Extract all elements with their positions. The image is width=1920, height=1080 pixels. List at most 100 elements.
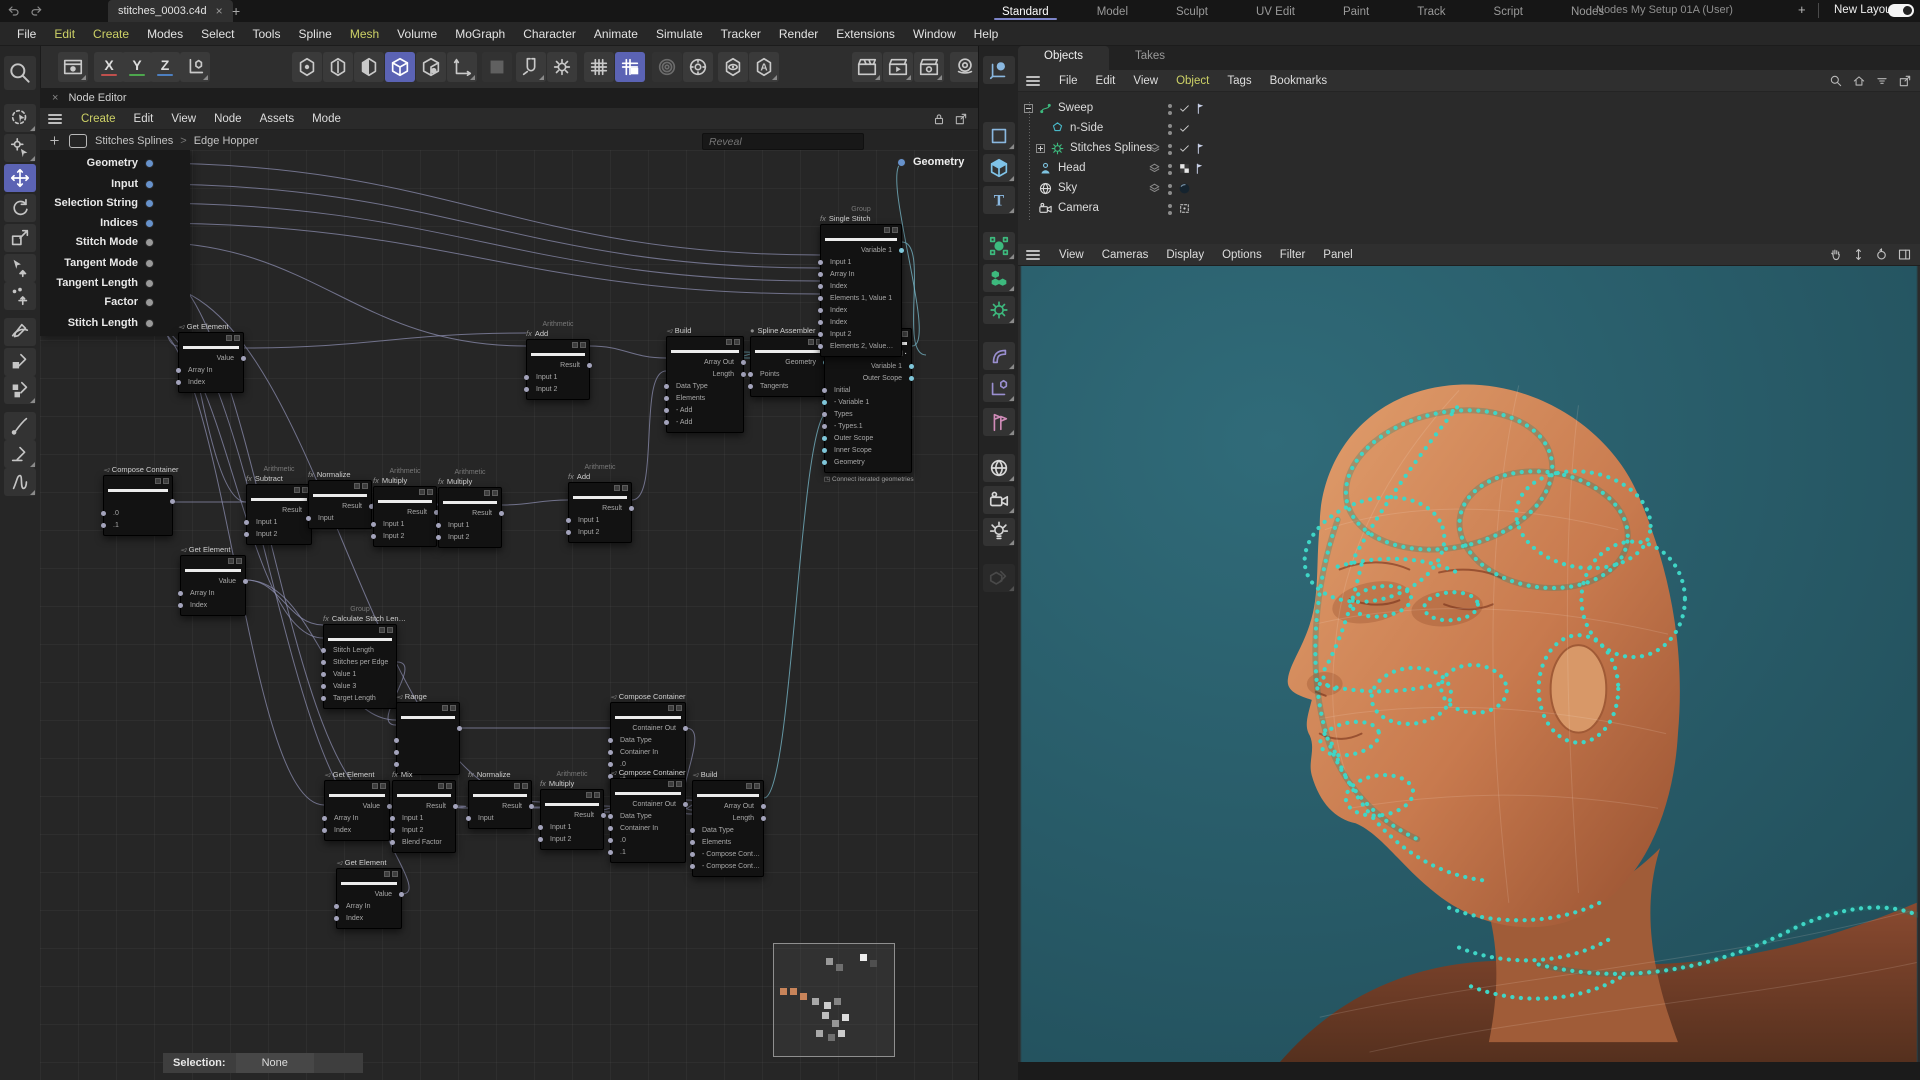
node-folder-icon[interactable] <box>668 781 674 787</box>
object-row-stitches-splines[interactable]: Stitches Splines <box>1018 138 1920 158</box>
input-port[interactable] <box>818 272 823 277</box>
node-get-element[interactable]: ◅Get ElementValueArray InIndex <box>324 770 390 841</box>
spline-smooth-tool[interactable] <box>4 468 36 496</box>
input-port[interactable] <box>748 384 753 389</box>
node-menu-icon[interactable] <box>427 489 433 495</box>
undo-icon[interactable] <box>6 3 22 19</box>
selection-move-tool[interactable] <box>4 254 36 282</box>
input-port[interactable] <box>394 762 399 767</box>
node-range[interactable]: ◅Range <box>396 692 460 775</box>
move-tool[interactable] <box>4 164 36 192</box>
layout-tab-standard[interactable]: Standard <box>978 3 1073 20</box>
node-menu-node[interactable]: Node <box>205 111 251 127</box>
scale-tool[interactable] <box>4 224 36 252</box>
close-panel-icon[interactable]: × <box>52 92 58 104</box>
toolbar-falloff-button[interactable] <box>652 52 682 82</box>
target-tag-icon[interactable] <box>1178 202 1191 215</box>
expander-minus-icon[interactable] <box>1024 104 1033 113</box>
flag-tag-icon[interactable] <box>1194 142 1207 155</box>
visibility-dots[interactable] <box>1168 182 1172 195</box>
toolbar-y-button[interactable]: Y <box>122 52 152 82</box>
group-input-indices[interactable]: Indices <box>42 216 154 230</box>
input-port[interactable] <box>748 372 753 377</box>
visibility-dots[interactable] <box>1168 122 1172 135</box>
group-input-factor[interactable]: Factor <box>42 295 154 309</box>
input-port[interactable] <box>178 603 183 608</box>
node-add[interactable]: ArithmeticfxAddResultInput 1Input 2 <box>526 320 590 400</box>
node-menu-icon[interactable] <box>734 339 740 345</box>
node-menu-icon[interactable] <box>622 485 628 491</box>
input-port[interactable] <box>306 516 311 521</box>
node-folder-icon[interactable] <box>746 783 752 789</box>
port-dot[interactable] <box>145 180 154 189</box>
output-port[interactable] <box>241 356 246 361</box>
layer-chip[interactable] <box>1148 162 1161 178</box>
breadcrumb-root[interactable]: Stitches Splines <box>95 135 173 147</box>
node-menu-icon[interactable] <box>392 871 398 877</box>
filter-icon[interactable] <box>1875 74 1889 88</box>
object-menu-bookmarks[interactable]: Bookmarks <box>1261 73 1337 89</box>
shape-pen-tool[interactable] <box>4 376 36 404</box>
node-menu-icon[interactable] <box>450 705 456 711</box>
input-port[interactable] <box>690 852 695 857</box>
perspective-viewport[interactable] <box>1020 266 1918 1062</box>
node-menu-icon[interactable] <box>380 783 386 789</box>
group-input-geometry[interactable]: Geometry <box>42 156 154 170</box>
input-port[interactable] <box>436 523 441 528</box>
input-port[interactable] <box>690 840 695 845</box>
input-port[interactable] <box>664 420 669 425</box>
node-menu-icon[interactable] <box>594 792 600 798</box>
pan-hand-icon[interactable] <box>1828 247 1843 262</box>
port-dot[interactable] <box>145 219 154 228</box>
input-port[interactable] <box>608 762 613 767</box>
menu-character[interactable]: Character <box>514 24 585 44</box>
close-tab-icon[interactable]: × <box>216 4 223 18</box>
input-port[interactable] <box>321 684 326 689</box>
group-input-stitch-mode[interactable]: Stitch Mode <box>42 235 154 249</box>
layout-tab-script[interactable]: Script <box>1470 3 1547 20</box>
output-port[interactable] <box>899 248 904 253</box>
modeling-axis[interactable] <box>983 374 1015 402</box>
node-folder-icon[interactable] <box>384 871 390 877</box>
toolbar-clapper-play-button[interactable] <box>883 52 913 82</box>
toolbar-tex-square-button[interactable] <box>482 52 512 82</box>
node-normalize[interactable]: fxNormalizeResultInput <box>308 470 372 529</box>
node-single-stitch[interactable]: GroupfxSingle StitchVariable 1Input 1Arr… <box>820 205 902 357</box>
menu-modes[interactable]: Modes <box>138 24 192 44</box>
input-port[interactable] <box>334 904 339 909</box>
output-port[interactable] <box>587 363 592 368</box>
input-port[interactable] <box>818 284 823 289</box>
output-port[interactable] <box>629 506 634 511</box>
input-port[interactable] <box>818 308 823 313</box>
toolbar-grid-lock-button[interactable] <box>615 52 645 82</box>
layout-tab-track[interactable]: Track <box>1393 3 1469 20</box>
node-menu-icon[interactable] <box>580 342 586 348</box>
input-port[interactable] <box>608 850 613 855</box>
home-icon[interactable] <box>1852 74 1866 88</box>
rotate-tool[interactable] <box>4 194 36 222</box>
object-menu-file[interactable]: File <box>1050 73 1087 89</box>
popout-icon[interactable] <box>954 112 968 126</box>
layer-chip[interactable] <box>1148 142 1161 158</box>
object-name[interactable]: n-Side <box>1070 122 1103 134</box>
layout-tab-sculpt[interactable]: Sculpt <box>1152 3 1232 20</box>
toolbar-circle-gear-button[interactable] <box>683 52 713 82</box>
input-port[interactable] <box>244 532 249 537</box>
node-menu-icon[interactable] <box>234 335 240 341</box>
document-tab[interactable]: stitches_0003.c4d × <box>108 0 233 22</box>
flag-tag-icon[interactable] <box>1194 102 1207 115</box>
node-get-element[interactable]: ◅Get ElementValueArray InIndex <box>180 545 246 616</box>
hamburger-icon[interactable] <box>1026 76 1040 86</box>
toolbar-grid-button[interactable] <box>584 52 614 82</box>
menu-simulate[interactable]: Simulate <box>647 24 712 44</box>
node-menu-icon[interactable] <box>902 331 908 337</box>
toolbar-hex-poly-button[interactable] <box>354 52 384 82</box>
toolbar-magnet-button[interactable] <box>516 52 546 82</box>
input-port[interactable] <box>436 535 441 540</box>
toolbar-hex-a-button[interactable]: A <box>749 52 779 82</box>
input-port[interactable] <box>176 368 181 373</box>
layout-preset-name[interactable]: Nodes My Setup 01A (User) <box>1596 4 1733 16</box>
breadcrumb-current[interactable]: Edge Hopper <box>194 135 259 147</box>
group-input-stitch-length[interactable]: Stitch Length <box>42 316 154 330</box>
sketch-tool[interactable] <box>4 348 36 376</box>
